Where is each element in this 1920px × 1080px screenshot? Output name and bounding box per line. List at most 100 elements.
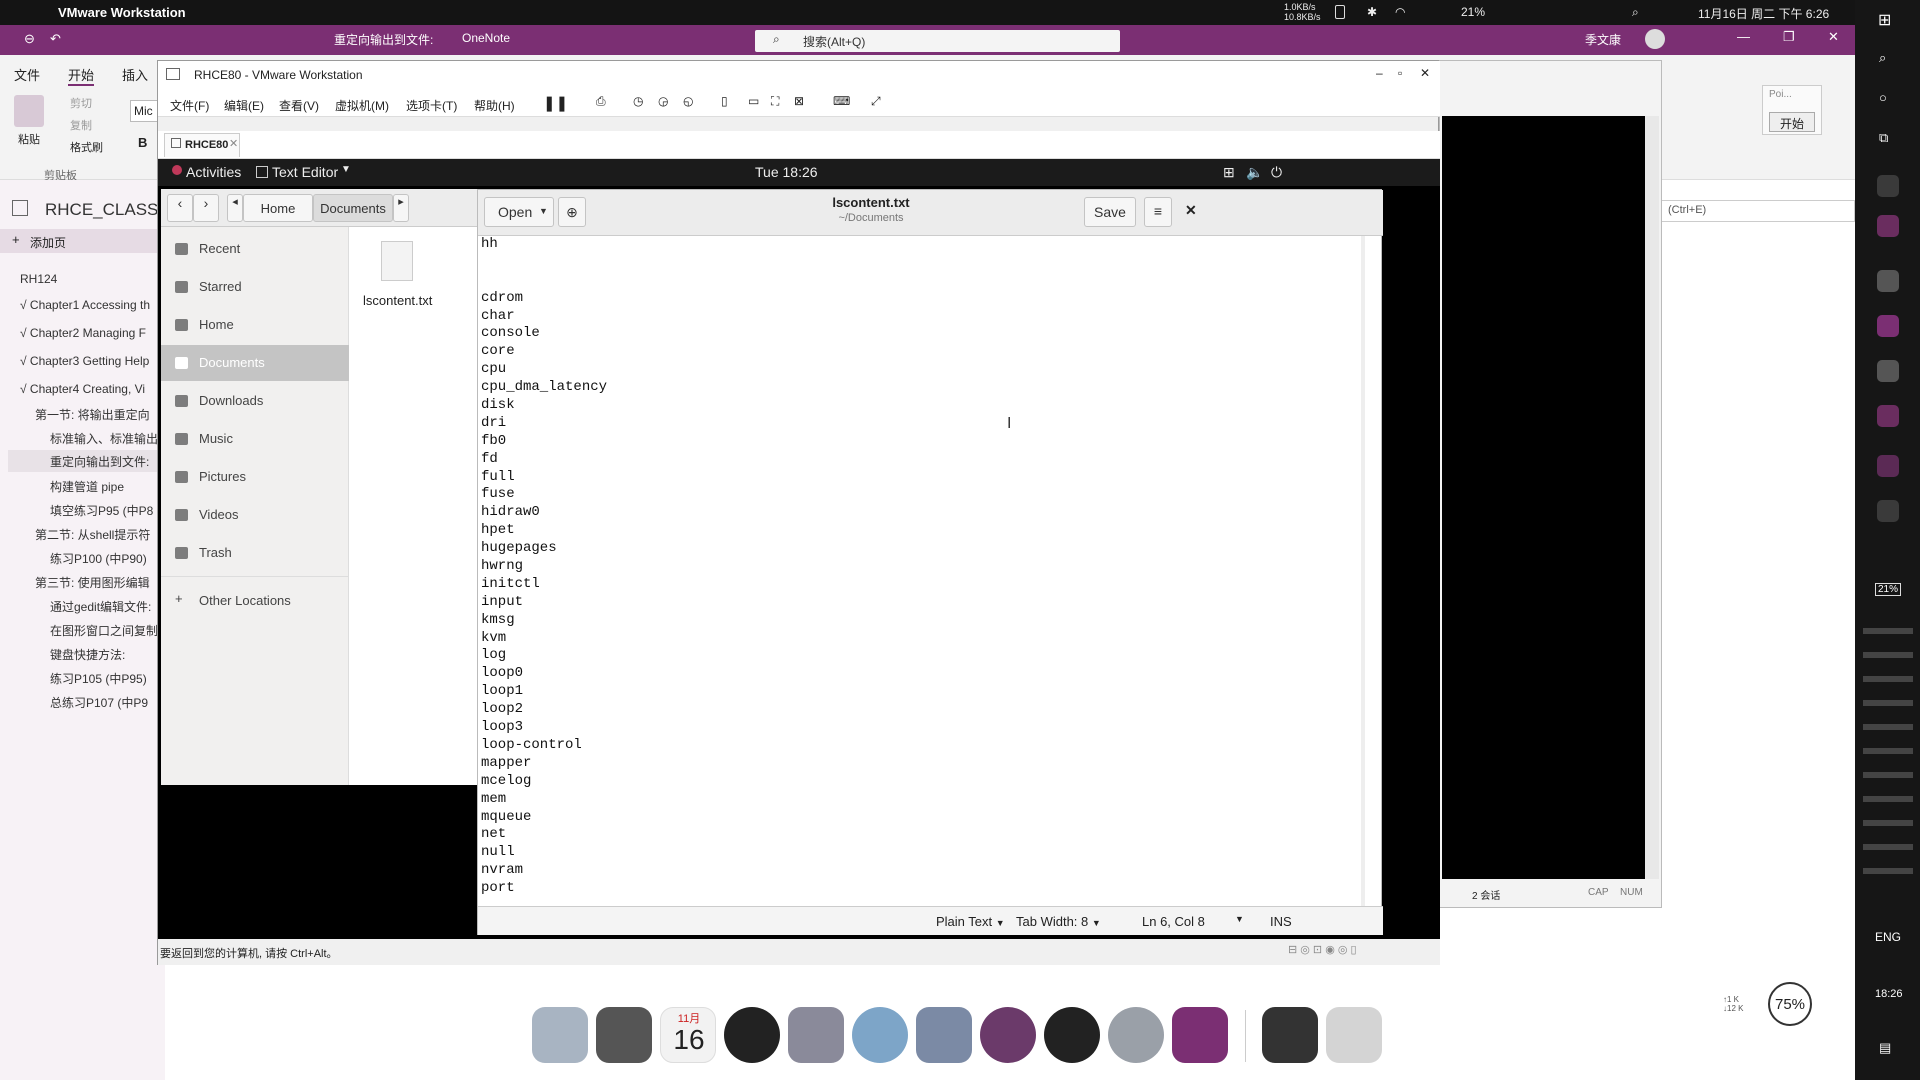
tab-home[interactable]: 开始 — [68, 65, 95, 86]
console-icon[interactable]: ⌨ — [833, 94, 850, 108]
forward-button[interactable]: › — [193, 194, 219, 222]
onenote-icon[interactable] — [1877, 315, 1899, 337]
clock-icon[interactable] — [724, 1007, 780, 1063]
tab-width-selector[interactable]: Tab Width: 8 ▼ — [1016, 914, 1101, 929]
obs-icon[interactable] — [1044, 1007, 1100, 1063]
page-item[interactable]: 第一节: 将输出重定向 — [35, 406, 175, 423]
maximize-icon[interactable]: ▫ — [1398, 66, 1402, 80]
avatar[interactable] — [1645, 29, 1665, 49]
menu-tabs[interactable]: 选项卡(T) — [406, 97, 457, 114]
search-icon[interactable]: ⌕ — [1632, 5, 1639, 20]
network-icon[interactable]: ⊞ — [1223, 164, 1235, 181]
app-icon[interactable] — [1877, 405, 1899, 427]
file-item-label[interactable]: lscontent.txt — [363, 293, 432, 308]
page-item[interactable]: 第二节: 从shell提示符 — [35, 526, 175, 543]
revert-snapshot-icon[interactable]: ◶ — [658, 94, 668, 108]
wifi-icon[interactable]: ◠ — [1395, 5, 1405, 19]
add-page-button[interactable]: + 添加页 — [0, 229, 165, 253]
copy-button[interactable]: 复制 — [70, 117, 92, 133]
menu-edit[interactable]: 编辑(E) — [224, 97, 264, 114]
vmware-icon[interactable] — [1262, 1007, 1318, 1063]
parallels-icon[interactable] — [916, 1007, 972, 1063]
undo-icon[interactable]: ↶ — [50, 31, 61, 47]
device-icons[interactable]: ⊟ ◎ ⊡ ◉ ◎ ▯ — [1288, 943, 1357, 956]
tab-insert[interactable]: 插入 — [122, 65, 148, 84]
calendar-icon[interactable]: 11月 16 — [660, 1007, 716, 1063]
hamburger-menu-button[interactable]: ≡ — [1144, 197, 1172, 227]
breadcrumb-documents[interactable]: Documents — [313, 194, 393, 222]
path-left-button[interactable]: ◂ — [227, 194, 243, 222]
feishu-icon[interactable] — [852, 1007, 908, 1063]
terminal-scrollbar[interactable] — [1645, 116, 1659, 879]
breadcrumb-home[interactable]: Home — [243, 194, 313, 222]
launchpad-icon[interactable] — [596, 1007, 652, 1063]
sidebar-item-starred[interactable]: Starred — [161, 269, 349, 305]
page-item[interactable]: √ Chapter3 Getting Help — [20, 354, 160, 368]
app-icon[interactable] — [788, 1007, 844, 1063]
sidebar-item-pictures[interactable]: Pictures — [161, 459, 349, 495]
app-icon[interactable] — [980, 1007, 1036, 1063]
menu-file[interactable]: 文件(F) — [170, 97, 209, 114]
language-indicator[interactable]: ENG — [1875, 930, 1901, 944]
menu-vm[interactable]: 虚拟机(M) — [335, 97, 389, 114]
terminal-screen[interactable] — [1442, 116, 1645, 879]
sidebar-item-music[interactable]: Music — [161, 421, 349, 457]
page-item[interactable]: 第三节: 使用图形编辑 — [35, 574, 175, 591]
tray-icons[interactable] — [1863, 610, 1913, 890]
page-search-input[interactable]: (Ctrl+E) — [1661, 200, 1855, 222]
gnome-clock[interactable]: Tue 18:26 — [755, 164, 818, 180]
snapshot-icon[interactable]: ◷ — [633, 94, 643, 108]
save-button[interactable]: Save — [1084, 197, 1136, 227]
minimize-icon[interactable]: – — [1376, 66, 1383, 80]
windows-icon[interactable]: ⊞ — [1878, 10, 1891, 30]
tab-close-icon[interactable]: ✕ — [229, 137, 238, 150]
trash-icon[interactable] — [1326, 1007, 1382, 1063]
app-icon[interactable] — [1877, 215, 1899, 237]
tab-file[interactable]: 文件 — [14, 65, 40, 84]
open-button[interactable]: Open ▼ — [484, 197, 554, 227]
path-right-button[interactable]: ▸ — [393, 194, 409, 222]
paste-label[interactable]: 粘贴 — [18, 131, 40, 147]
chevron-down-icon[interactable]: ▼ — [1235, 914, 1244, 924]
snapshot-manager-icon[interactable]: ◵ — [683, 94, 693, 108]
back-icon[interactable]: ⊖ — [24, 31, 35, 47]
minimize-icon[interactable]: — — [1737, 29, 1750, 44]
font-box[interactable]: Mic — [130, 100, 160, 122]
back-button[interactable]: ‹ — [167, 194, 193, 222]
start-button[interactable]: 开始 — [1769, 112, 1815, 132]
close-icon[interactable]: ✕ — [1185, 202, 1197, 219]
thumbnail-icon[interactable]: ▭ — [748, 94, 759, 108]
sidebar-toggle-icon[interactable]: ▯ — [721, 94, 728, 108]
cut-button[interactable]: 剪切 — [70, 95, 92, 111]
app-icon[interactable] — [1877, 175, 1899, 197]
format-painter-button[interactable]: 格式刷 — [70, 139, 103, 155]
sidebar-item-documents[interactable]: Documents — [161, 345, 349, 381]
zoom-indicator[interactable]: 75% — [1768, 982, 1812, 1026]
tab-rhce80[interactable]: RHCE80 ✕ — [164, 133, 240, 157]
page-item[interactable]: √ Chapter4 Creating, Vi — [20, 382, 160, 396]
stretch-icon[interactable]: ⤢ — [871, 94, 881, 109]
guest-display[interactable]: Activities Text Editor ▼ Tue 18:26 ⊞ 🔈 ⏻… — [158, 159, 1440, 939]
side-clock[interactable]: 18:26 — [1875, 988, 1903, 1000]
sidebar-item-downloads[interactable]: Downloads — [161, 383, 349, 419]
page-item[interactable]: √ Chapter1 Accessing th — [20, 298, 160, 312]
activities-button[interactable]: Activities — [186, 164, 241, 180]
power-icon[interactable]: ⏻ — [1271, 164, 1282, 181]
menubar-app-name[interactable]: VMware Workstation — [58, 5, 186, 20]
app-icon[interactable] — [1877, 360, 1899, 382]
sidebar-item-trash[interactable]: Trash — [161, 535, 349, 571]
bold-button[interactable]: B — [138, 135, 147, 150]
menu-view[interactable]: 查看(V) — [279, 97, 319, 114]
search-icon[interactable]: ⌕ — [1879, 50, 1886, 66]
task-view-icon[interactable]: ⧉ — [1879, 130, 1888, 146]
notebook-title[interactable]: RHCE_CLASS — [45, 200, 158, 220]
insert-mode[interactable]: INS — [1270, 914, 1292, 929]
pause-icon[interactable]: ❚❚ — [543, 94, 568, 112]
onenote-search-input[interactable]: ⌕ 搜索(Alt+Q) — [755, 30, 1120, 52]
menu-help[interactable]: 帮助(H) — [474, 97, 515, 114]
notification-icon[interactable]: ▤ — [1879, 1040, 1891, 1056]
page-item-selected[interactable]: 重定向输出到文件: — [8, 450, 165, 472]
bluetooth-icon[interactable]: ✱ — [1367, 5, 1377, 19]
sidebar-item-home[interactable]: Home — [161, 307, 349, 343]
onenote-user[interactable]: 季文康 — [1585, 31, 1621, 48]
